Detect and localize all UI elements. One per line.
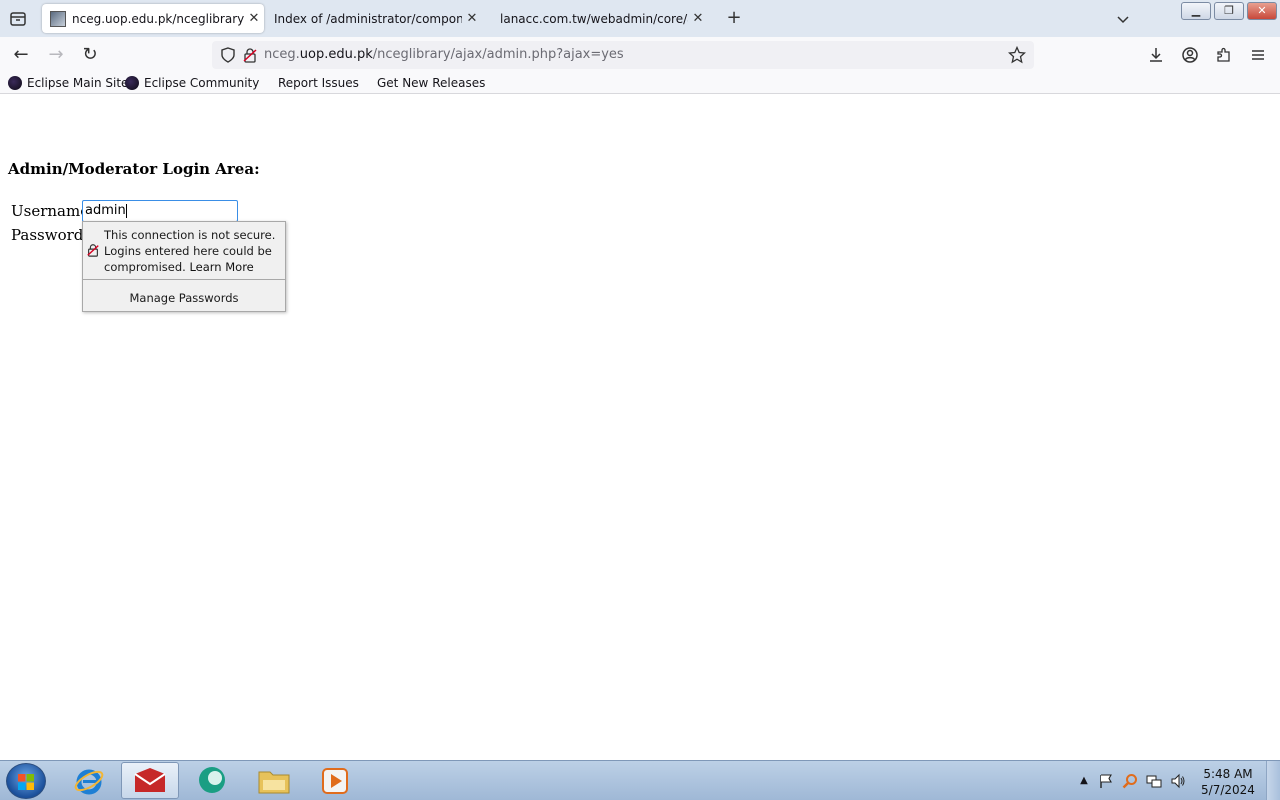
tab-lanacc[interactable]: lanacc.com.tw/webadmin/core/adi ✕	[494, 4, 708, 33]
new-tab-icon[interactable]: +	[724, 8, 744, 28]
page-favicon-icon	[50, 10, 66, 27]
insecure-lock-icon[interactable]	[242, 47, 258, 63]
volume-speaker-icon[interactable]	[1170, 773, 1186, 789]
learn-more-link[interactable]: Learn More	[189, 260, 253, 274]
bookmark-report-issues[interactable]: Report Issues	[278, 75, 359, 91]
bookmark-label: Eclipse Main Site	[27, 76, 129, 90]
forward-arrow-icon[interactable]: →	[45, 44, 67, 66]
manage-passwords-button[interactable]: Manage Passwords	[83, 280, 285, 311]
bookmark-get-new-releases[interactable]: Get New Releases	[377, 75, 485, 91]
insecure-lock-icon	[87, 244, 99, 257]
media-player-icon	[322, 767, 348, 794]
insecure-login-warning-popup: This connection is not secure. Logins en…	[82, 221, 286, 312]
page-title: Admin/Moderator Login Area:	[8, 160, 260, 178]
reload-icon[interactable]: ↻	[79, 44, 101, 66]
bookmarks-toolbar: Eclipse Main Site Eclipse Community Repo…	[0, 72, 1280, 94]
search-magnifier-tray-icon[interactable]	[1122, 773, 1138, 789]
folder-icon	[258, 771, 290, 793]
bookmark-label: Report Issues	[278, 76, 359, 90]
chat-bubble-app-icon	[199, 766, 225, 793]
restore-button[interactable]: ❐	[1214, 2, 1244, 20]
taskbar-mail-app[interactable]	[121, 762, 179, 799]
extensions-puzzle-icon[interactable]	[1214, 45, 1234, 65]
bookmark-eclipse-community[interactable]: Eclipse Community	[125, 75, 259, 91]
account-icon[interactable]	[1180, 45, 1200, 65]
tab-title: Index of /administrator/component	[274, 11, 462, 26]
windows-logo-icon	[18, 774, 34, 790]
eclipse-icon	[8, 76, 22, 90]
downloads-icon[interactable]	[1146, 45, 1166, 65]
taskbar-internet-explorer[interactable]	[60, 762, 118, 799]
url-bar[interactable]: nceg.uop.edu.pk/nceglibrary/ajax/admin.p…	[212, 41, 1034, 69]
windows-taskbar: ▲ 5:48 AM 5/7/2024	[0, 760, 1280, 800]
action-center-flag-icon[interactable]	[1098, 773, 1114, 789]
navigation-toolbar: ← → ↻ nceg.uop.edu.pk/nceglibrary/ajax/a…	[0, 37, 1280, 72]
internet-explorer-icon	[74, 769, 104, 794]
text-caret	[125, 203, 127, 218]
show-hidden-icons-chevron-icon[interactable]: ▲	[1076, 773, 1092, 789]
url-host: uop.edu.pk	[299, 47, 373, 62]
url-prefix: nceg.	[264, 47, 300, 62]
tab-index-administrator[interactable]: Index of /administrator/component ✕	[268, 4, 482, 33]
close-window-button[interactable]: ✕	[1247, 2, 1277, 20]
list-all-tabs-chevron-icon[interactable]	[1114, 10, 1132, 28]
tab-nceg[interactable]: nceg.uop.edu.pk/nceglibrary/a ✕	[42, 4, 264, 33]
bookmark-eclipse-main-site[interactable]: Eclipse Main Site	[8, 75, 128, 91]
taskbar-file-explorer[interactable]	[245, 762, 303, 799]
password-label: Password:	[11, 226, 89, 244]
url-text[interactable]: nceg.uop.edu.pk/nceglibrary/ajax/admin.p…	[264, 41, 624, 69]
taskbar-chat-app[interactable]	[183, 762, 241, 799]
page-content: Admin/Moderator Login Area: Username: ad…	[0, 94, 1280, 760]
show-desktop-button[interactable]	[1266, 761, 1280, 800]
network-icon[interactable]	[1146, 773, 1162, 789]
eclipse-icon	[125, 76, 139, 90]
tab-strip: nceg.uop.edu.pk/nceglibrary/a ✕ Index of…	[0, 0, 1280, 37]
username-field[interactable]: admin	[82, 200, 238, 222]
taskbar-media-player[interactable]	[306, 762, 364, 799]
bookmark-label: Eclipse Community	[144, 76, 260, 90]
tracking-protection-shield-icon[interactable]	[220, 47, 236, 63]
close-tab-icon[interactable]: ✕	[688, 11, 708, 26]
insecure-warning-message: This connection is not secure. Logins en…	[104, 227, 284, 275]
envelope-app-icon	[134, 767, 166, 792]
close-tab-icon[interactable]: ✕	[462, 11, 482, 26]
tab-title: nceg.uop.edu.pk/nceglibrary/a	[72, 11, 244, 26]
back-arrow-icon[interactable]: ←	[10, 44, 32, 66]
minimize-button[interactable]: ▁	[1181, 2, 1211, 20]
url-path: /nceglibrary/ajax/admin.php?ajax=yes	[372, 47, 624, 62]
clock-date: 5/7/2024	[1201, 783, 1255, 797]
bookmark-label: Get New Releases	[377, 76, 486, 90]
bookmark-star-icon[interactable]	[1008, 46, 1026, 64]
start-button[interactable]	[6, 763, 46, 799]
username-value: admin	[85, 203, 126, 218]
hamburger-menu-icon[interactable]	[1248, 45, 1268, 65]
clock-time: 5:48 AM	[1203, 767, 1253, 781]
close-tab-icon[interactable]: ✕	[244, 11, 264, 26]
firefox-view-icon[interactable]	[8, 9, 28, 29]
system-clock[interactable]: 5:48 AM 5/7/2024	[1196, 766, 1260, 798]
tab-title: lanacc.com.tw/webadmin/core/adi	[500, 11, 688, 26]
